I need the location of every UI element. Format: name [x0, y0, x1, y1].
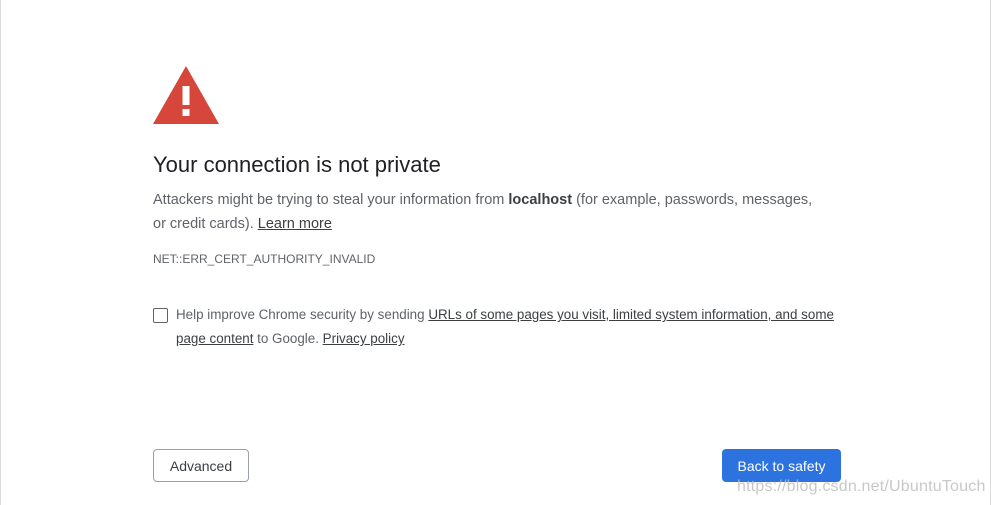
opt-in-prefix: Help improve Chrome security by sending: [176, 307, 429, 322]
explanation-prefix: Attackers might be trying to steal your …: [153, 192, 509, 208]
privacy-policy-link[interactable]: Privacy policy: [323, 331, 405, 346]
explanation-text: Attackers might be trying to steal your …: [153, 188, 823, 236]
host-name: localhost: [508, 192, 573, 208]
watermark: https://blog.csdn.net/UbuntuTouch: [737, 478, 986, 495]
warning-triangle-icon: [153, 66, 219, 124]
opt-in-checkbox[interactable]: [153, 308, 168, 323]
advanced-button[interactable]: Advanced: [153, 449, 249, 482]
opt-in-text: Help improve Chrome security by sending …: [176, 303, 841, 351]
error-code: NET::ERR_CERT_AUTHORITY_INVALID: [153, 252, 376, 266]
opt-in-middle: to Google.: [253, 331, 323, 346]
interstitial-page: Your connection is not private Attackers…: [0, 0, 991, 505]
learn-more-link[interactable]: Learn more: [258, 216, 332, 232]
page-title: Your connection is not private: [153, 152, 441, 177]
